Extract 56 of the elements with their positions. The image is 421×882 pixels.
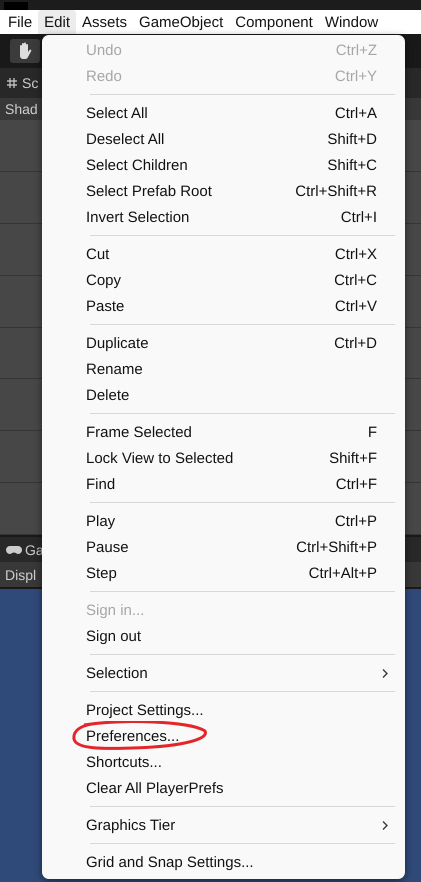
menu-item[interactable]: Duplicate Ctrl+D (42, 330, 405, 356)
menu-item[interactable]: Delete (42, 382, 405, 408)
gamepad-icon (6, 544, 22, 554)
shortcut-text: Ctrl+Shift+P (296, 538, 377, 556)
shortcut-text: Ctrl+P (334, 512, 377, 530)
menu-item[interactable]: Shortcuts... (42, 749, 405, 775)
menu-bar-item[interactable]: File (2, 10, 38, 34)
menu-item[interactable]: Play Ctrl+P (42, 508, 405, 534)
shortcut-text: Ctrl+V (334, 298, 377, 314)
menu-item[interactable]: Cut Ctrl+X (42, 241, 405, 267)
shortcut-text: Ctrl+Y (334, 68, 377, 84)
menu-item[interactable]: Project Settings... (42, 697, 405, 723)
shortcut-text: Shift+D (327, 130, 377, 148)
menu-bar-item[interactable]: Component (229, 10, 319, 34)
shortcut-text: Ctrl+Shift+R (295, 182, 377, 200)
menu-item[interactable]: Lock View to Selected Shift+F (42, 445, 405, 471)
shortcut-text: Ctrl+Alt+P (308, 564, 377, 582)
shortcut-text: Ctrl+Z (336, 42, 377, 58)
menu-item[interactable]: Copy Ctrl+C (42, 267, 405, 293)
menu-item[interactable]: Deselect All Shift+D (42, 126, 405, 152)
shortcut-text: Shift+C (327, 156, 377, 174)
shortcut-text: Ctrl+X (334, 246, 377, 262)
menu-bar-item[interactable]: GameObject (133, 10, 230, 34)
shading-mode-text: Shad (5, 101, 38, 117)
grid-icon (6, 77, 18, 89)
app-icon (4, 2, 28, 10)
menu-item[interactable]: Selection (42, 660, 405, 686)
shortcut-text: Ctrl+A (334, 104, 377, 122)
scene-tab-text: Sc (22, 75, 38, 91)
menu-item[interactable]: Frame Selected F (42, 419, 405, 445)
menu-item[interactable]: Paste Ctrl+V (42, 293, 405, 319)
menu-item[interactable]: Invert Selection Ctrl+I (42, 204, 405, 230)
shortcut-text: Ctrl+I (340, 208, 377, 226)
menu-item[interactable]: Clear All PlayerPrefs (42, 775, 405, 801)
menu-item[interactable]: Rename (42, 356, 405, 382)
shortcut-text: Shift+F (329, 450, 377, 466)
display-text: Displ (5, 566, 36, 582)
menu-item[interactable]: Sign out (42, 623, 405, 649)
shortcut-text: Ctrl+F (336, 476, 377, 492)
shortcut-text: F (368, 424, 377, 440)
menu-item[interactable]: Find Ctrl+F (42, 471, 405, 497)
menu-item[interactable]: Select Children Shift+C (42, 152, 405, 178)
hand-icon (17, 42, 33, 60)
menu-item[interactable]: Step Ctrl+Alt+P (42, 560, 405, 586)
menu-item[interactable]: Preferences... (42, 723, 405, 749)
menu-bar-item[interactable]: Edit (38, 10, 76, 34)
shortcut-text: Ctrl+D (334, 334, 377, 352)
menu-item[interactable]: Pause Ctrl+Shift+P (42, 534, 405, 560)
menu-item[interactable]: Select All Ctrl+A (42, 100, 405, 126)
menu-item[interactable]: Grid and Snap Settings... (42, 849, 405, 875)
shortcut-text: Ctrl+C (334, 272, 377, 288)
menu-item[interactable]: Graphics Tier (42, 812, 405, 838)
menu-item[interactable]: Select Prefab Root Ctrl+Shift+R (42, 178, 405, 204)
menu-bar-item[interactable]: Window (318, 10, 384, 34)
menu-bar-item[interactable]: Assets (76, 10, 134, 34)
hand-tool-button[interactable] (10, 39, 40, 63)
